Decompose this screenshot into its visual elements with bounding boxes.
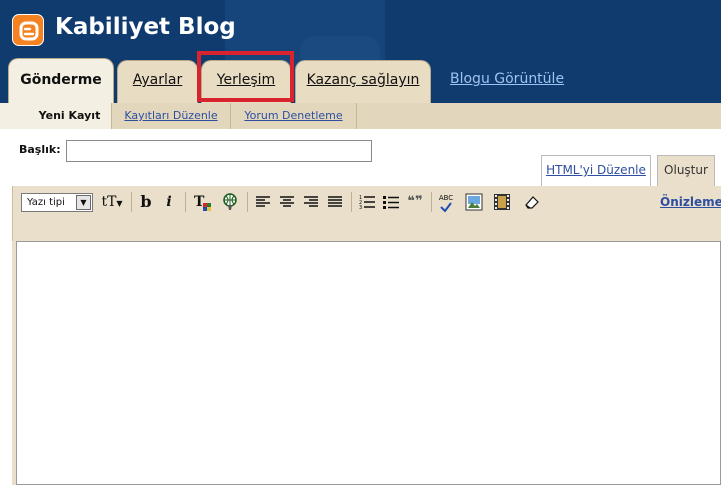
tab-label: Gönderme	[20, 72, 102, 88]
text-color-button[interactable]: T	[191, 191, 213, 213]
film-icon	[494, 194, 510, 210]
align-center-button[interactable]	[277, 191, 297, 213]
italic-icon: i	[166, 194, 172, 210]
justify-button[interactable]	[325, 191, 345, 213]
clear-format-button[interactable]	[521, 191, 543, 213]
tab-ayarlar[interactable]: Ayarlar	[117, 60, 198, 103]
tab-gonderme[interactable]: Gönderme	[8, 58, 114, 103]
quote-icon: ❝❞	[407, 194, 423, 209]
svg-text:3: 3	[359, 205, 362, 211]
subtab-yeni-kayit[interactable]: Yeni Kayıt	[28, 103, 112, 129]
align-center-icon	[280, 196, 294, 207]
font-size-button[interactable]: tT▼	[99, 191, 125, 213]
subtab-kayitlari-duzenle[interactable]: Kayıtları Düzenle	[112, 103, 231, 129]
title-label: Başlık:	[19, 143, 61, 156]
subtab-yorum-denetleme[interactable]: Yorum Denetleme	[231, 103, 357, 129]
link-button[interactable]	[219, 191, 241, 213]
font-select-value: Yazı tipi	[27, 197, 65, 208]
post-body-editor[interactable]	[16, 241, 721, 485]
subtab-label: Yorum Denetleme	[244, 109, 343, 122]
font-select[interactable]: Yazı tipi ▼	[21, 193, 93, 212]
toolbar-separator	[185, 192, 186, 212]
font-size-icon: tT	[101, 194, 117, 210]
quote-button[interactable]: ❝❞	[405, 191, 425, 213]
mode-tab-label: HTML'yi Düzenle	[546, 163, 646, 177]
subtab-band-rest	[357, 103, 721, 129]
title-input[interactable]	[66, 140, 372, 162]
justify-icon	[328, 196, 342, 207]
view-blog-link[interactable]: Blogu Görüntüle	[450, 71, 564, 87]
chevron-down-icon[interactable]: ▼	[76, 195, 91, 210]
bold-button[interactable]: b	[137, 191, 155, 213]
preview-link[interactable]: Önizleme	[660, 195, 721, 209]
bullet-list-icon	[383, 196, 399, 209]
italic-button[interactable]: i	[161, 191, 177, 213]
editor-toolbar: Yazı tipi ▼ tT▼ b i T 1 2 3 ❝❞ ABC Önizl…	[12, 186, 721, 241]
align-right-button[interactable]	[301, 191, 321, 213]
image-icon	[465, 193, 483, 211]
link-icon	[223, 193, 237, 210]
text-color-icon: T	[194, 194, 211, 211]
bullet-list-button[interactable]	[381, 191, 401, 213]
align-right-icon	[304, 196, 318, 207]
insert-image-button[interactable]	[463, 191, 485, 213]
numbered-list-button[interactable]: 1 2 3	[357, 191, 377, 213]
tab-kazanc-saglayin[interactable]: Kazanç sağlayın	[295, 60, 431, 103]
toolbar-separator	[131, 192, 132, 212]
subtab-label: Kayıtları Düzenle	[124, 109, 218, 122]
tab-edit-html[interactable]: HTML'yi Düzenle	[541, 155, 651, 186]
bold-icon: b	[140, 192, 152, 211]
insert-video-button[interactable]	[491, 191, 513, 213]
toolbar-separator	[431, 192, 432, 212]
align-left-icon	[256, 196, 270, 207]
align-left-button[interactable]	[253, 191, 273, 213]
blogger-logo-icon[interactable]	[12, 14, 44, 46]
toolbar-separator	[351, 192, 352, 212]
toolbar-separator	[247, 192, 248, 212]
tab-compose[interactable]: Oluştur	[657, 155, 715, 186]
subtab-label: Yeni Kayıt	[38, 109, 101, 122]
tab-label: Kazanç sağlayın	[306, 72, 420, 88]
tab-label: Ayarlar	[132, 72, 183, 88]
spellcheck-icon: ABC	[438, 194, 454, 202]
highlight-box	[197, 51, 294, 102]
mode-tab-label: Oluştur	[664, 163, 708, 177]
numbered-list-icon: 1 2 3	[359, 195, 375, 211]
blog-title[interactable]: Kabiliyet Blog	[55, 14, 236, 40]
spellcheck-button[interactable]: ABC	[435, 191, 457, 213]
check-mark-icon	[440, 202, 452, 212]
eraser-icon	[525, 196, 539, 209]
